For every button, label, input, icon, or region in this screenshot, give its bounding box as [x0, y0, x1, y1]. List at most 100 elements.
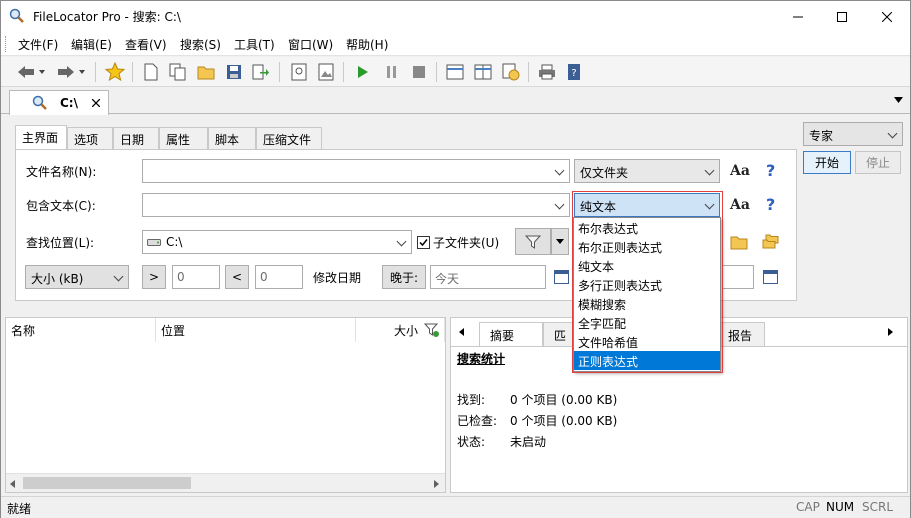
tab-summary[interactable]: 摘要: [479, 322, 543, 346]
menu-file[interactable]: 文件(F): [18, 36, 58, 53]
window-title: FileLocator Pro - 搜索: C:\: [33, 10, 181, 24]
filter-button[interactable]: [515, 228, 551, 255]
option-boolean-expression[interactable]: 布尔表达式: [574, 218, 720, 237]
close-tab-icon[interactable]: [92, 99, 100, 107]
option-multiline-regex[interactable]: 多行正则表达式: [574, 275, 720, 294]
copy-document-icon: [169, 63, 186, 81]
column-name[interactable]: 名称: [6, 318, 156, 342]
chevron-down-icon[interactable]: [396, 236, 407, 247]
option-boolean-regex[interactable]: 布尔正则表达式: [574, 237, 720, 256]
stop-button[interactable]: [408, 61, 430, 83]
help-book-button[interactable]: ?: [563, 61, 585, 83]
less-than-button[interactable]: <: [225, 265, 249, 289]
layout-button-2[interactable]: [472, 61, 494, 83]
toolbar-separator: [343, 62, 344, 82]
scroll-indicator: SCRL: [862, 500, 894, 514]
option-fuzzy-search[interactable]: 模糊搜索: [574, 294, 720, 313]
tab-label: C:\: [60, 96, 78, 110]
scroll-left-icon[interactable]: [10, 480, 15, 488]
forward-dropdown[interactable]: [77, 61, 87, 83]
chevron-down-icon[interactable]: [554, 199, 565, 210]
menu-tools[interactable]: 工具(T): [234, 36, 275, 53]
start-button[interactable]: 开始: [803, 151, 851, 174]
tab-search-c-drive[interactable]: C:\: [9, 90, 109, 115]
filename-input[interactable]: [142, 159, 570, 183]
subfolders-checkbox[interactable]: [417, 236, 430, 249]
case-sensitive-text-icon[interactable]: Aa: [730, 197, 750, 213]
containing-text-input[interactable]: [142, 193, 570, 217]
tab-report[interactable]: 报告: [717, 322, 765, 346]
tab-archive[interactable]: 压缩文件: [256, 127, 322, 149]
menu-window[interactable]: 窗口(W): [288, 36, 333, 53]
toolbar: ?: [1, 57, 910, 87]
stop-button[interactable]: 停止: [855, 151, 901, 174]
scheduler-button[interactable]: [500, 61, 522, 83]
tab-script[interactable]: 脚本: [208, 127, 256, 149]
tab-attributes[interactable]: 属性: [159, 127, 208, 149]
option-plain-text[interactable]: 纯文本: [574, 256, 720, 275]
layout-button-1[interactable]: [444, 61, 466, 83]
minimize-icon: [793, 16, 803, 17]
chevron-down-icon: [39, 70, 45, 74]
option-file-hash[interactable]: 文件哈希值: [574, 332, 720, 351]
new-search-button[interactable]: [140, 61, 162, 83]
browse-multiple-folders-icon[interactable]: [762, 234, 780, 250]
forward-button[interactable]: [55, 61, 77, 83]
results-list[interactable]: 名称 位置 大小: [5, 317, 446, 493]
close-button[interactable]: [864, 1, 910, 32]
menu-help[interactable]: 帮助(H): [346, 36, 388, 53]
scroll-right-icon[interactable]: [434, 480, 439, 488]
print-button[interactable]: [536, 61, 558, 83]
maximize-button[interactable]: [819, 1, 865, 32]
found-label: 找到:: [457, 393, 486, 407]
option-regex[interactable]: 正则表达式: [574, 351, 720, 370]
min-size-input[interactable]: 0: [172, 265, 220, 289]
filter-dropdown-button[interactable]: [551, 228, 569, 255]
mode-select[interactable]: 专家: [803, 122, 903, 146]
menu-view[interactable]: 查看(V): [125, 36, 167, 53]
scrollbar-thumb[interactable]: [23, 477, 191, 489]
size-select[interactable]: 大小 (kB): [25, 265, 129, 289]
menu-edit[interactable]: 编辑(E): [71, 36, 112, 53]
filename-mode-select[interactable]: 仅文件夹: [574, 159, 720, 183]
pause-button[interactable]: [381, 61, 403, 83]
horizontal-scrollbar[interactable]: [6, 473, 445, 492]
favorites-button[interactable]: [104, 61, 126, 83]
tab-date[interactable]: 日期: [113, 127, 159, 149]
browse-folder-icon[interactable]: [730, 235, 748, 250]
calendar-icon[interactable]: [554, 269, 569, 284]
menu-search[interactable]: 搜索(S): [180, 36, 221, 53]
export-button[interactable]: [250, 61, 272, 83]
start-search-button[interactable]: [352, 61, 374, 83]
minimize-button[interactable]: [775, 1, 821, 32]
back-button[interactable]: [15, 61, 37, 83]
max-size-input[interactable]: 0: [255, 265, 303, 289]
case-sensitive-filename-icon[interactable]: Aa: [730, 163, 750, 179]
text-help-icon[interactable]: ?: [766, 195, 775, 214]
back-dropdown[interactable]: [37, 61, 47, 83]
greater-than-button[interactable]: >: [142, 265, 166, 289]
later-than-button[interactable]: 晚于:: [382, 265, 426, 289]
tab-options[interactable]: 选项: [67, 127, 113, 149]
image-view-button[interactable]: [315, 61, 337, 83]
calendar-icon[interactable]: [763, 269, 778, 284]
column-location[interactable]: 位置: [156, 318, 356, 342]
option-whole-word[interactable]: 全字匹配: [574, 313, 720, 332]
text-mode-select[interactable]: 纯文本: [574, 193, 720, 217]
tab-matches[interactable]: 匹: [543, 322, 575, 346]
later-than-date-input[interactable]: 今天: [430, 265, 546, 289]
chevron-down-icon[interactable]: [554, 165, 565, 176]
earlier-than-date-input[interactable]: [722, 265, 754, 289]
preview-button[interactable]: [288, 61, 310, 83]
status-label: 状态:: [457, 435, 486, 449]
tabs-scroll-left-icon[interactable]: [459, 328, 464, 336]
copy-search-button[interactable]: [167, 61, 189, 83]
filename-help-icon[interactable]: ?: [766, 161, 775, 180]
tabs-scroll-right-icon[interactable]: [888, 328, 893, 336]
open-button[interactable]: [195, 61, 217, 83]
tab-main[interactable]: 主界面: [15, 125, 67, 150]
tab-list-dropdown-icon[interactable]: [894, 97, 903, 103]
save-button[interactable]: [223, 61, 245, 83]
look-in-input[interactable]: C:\: [142, 230, 412, 254]
column-filter-icon[interactable]: [424, 322, 440, 338]
